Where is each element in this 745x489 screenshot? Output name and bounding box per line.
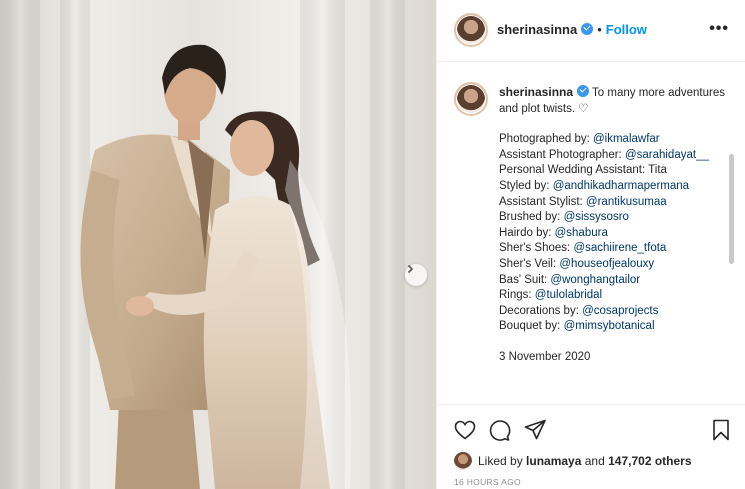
- credit-mention-link[interactable]: @sarahidayat__: [625, 149, 709, 161]
- caption-area[interactable]: sherinasinna To many more adventures and…: [437, 62, 737, 404]
- caption-credit-line: Brushed by: @sissysosro: [499, 210, 729, 226]
- caption-credit-line: Assistant Stylist: @rantikusumaa: [499, 195, 729, 211]
- credit-label: Personal Wedding Assistant: Tita: [499, 164, 667, 177]
- post-timestamp[interactable]: 16 HOURS AGO: [454, 477, 521, 487]
- caption-credit-line: Assistant Photographer: @sarahidayat__: [499, 148, 729, 164]
- share-icon[interactable]: [523, 418, 547, 442]
- likes-count-link[interactable]: 147,702 others: [608, 454, 691, 468]
- more-options-button[interactable]: •••: [709, 20, 729, 38]
- caption-scrollbar[interactable]: [729, 154, 734, 264]
- credit-label: Rings:: [499, 289, 535, 302]
- credit-mention-link[interactable]: @mimsybotanical: [564, 320, 655, 332]
- credit-label: Assistant Photographer:: [499, 148, 625, 161]
- post-side-panel: sherinasinna • Follow ••• sherinasinna To …: [436, 0, 745, 489]
- caption-date: 3 November 2020: [499, 350, 591, 363]
- credit-label: Hairdo by:: [499, 226, 555, 239]
- caption-credit-line: Photographed by: @ikmalawfar: [499, 132, 729, 148]
- caption-credit-line: Hairdo by: @shabura: [499, 226, 729, 242]
- caption-credit-line: Decorations by: @cosaprojects: [499, 304, 729, 320]
- follow-button[interactable]: Follow: [606, 22, 647, 37]
- avatar[interactable]: [454, 82, 488, 116]
- credit-label: Sher's Shoes:: [499, 242, 574, 255]
- carousel-next-button[interactable]: [405, 264, 427, 286]
- username-link[interactable]: sherinasinna: [497, 22, 577, 37]
- caption-credit-line: Rings: @tulolabridal: [499, 288, 729, 304]
- credit-label: Assistant Stylist:: [499, 195, 586, 208]
- bookmark-icon[interactable]: [709, 418, 733, 442]
- caption-credit-line: Bouquet by: @mimsybotanical: [499, 319, 729, 335]
- caption-intro: sherinasinna To many more adventures and…: [499, 85, 729, 117]
- likes-middle: and: [584, 454, 605, 468]
- credit-mention-link[interactable]: @rantikusumaa: [586, 196, 667, 208]
- caption-credit-line: Styled by: @andhikadharmapermana: [499, 179, 729, 195]
- header-user-line: sherinasinna • Follow: [497, 22, 647, 37]
- credit-mention-link[interactable]: @wonghangtailor: [550, 274, 640, 286]
- credit-label: Brushed by:: [499, 211, 564, 224]
- credit-label: Bouquet by:: [499, 320, 564, 333]
- actions-bar: Liked by lunamaya and 147,702 others 16 …: [437, 404, 745, 489]
- comment-icon[interactable]: [487, 418, 511, 442]
- verified-badge-icon: [577, 85, 590, 97]
- liker-avatar[interactable]: [454, 452, 472, 470]
- post-photo[interactable]: [0, 0, 436, 489]
- credit-mention-link[interactable]: @houseofjealouxy: [559, 258, 654, 270]
- couple-photo-image: [0, 0, 405, 489]
- likes-line: Liked by lunamaya and 147,702 others: [454, 452, 692, 470]
- heart-icon[interactable]: [453, 418, 477, 442]
- caption-credit-line: Personal Wedding Assistant: Tita: [499, 163, 729, 179]
- caption-credits: Photographed by: @ikmalawfar Assistant Ph…: [499, 132, 729, 335]
- credit-mention-link[interactable]: @cosaprojects: [582, 305, 658, 317]
- credit-mention-link[interactable]: @sachiirene_tfota: [573, 242, 666, 254]
- verified-badge-icon: [581, 23, 594, 35]
- avatar[interactable]: [454, 13, 488, 47]
- credit-label: Sher's Veil:: [499, 257, 560, 270]
- credit-label: Styled by:: [499, 179, 553, 192]
- chevron-right-icon: [407, 264, 414, 274]
- credit-mention-link[interactable]: @andhikadharmapermana: [553, 180, 689, 192]
- caption-credit-line: Sher's Shoes: @sachiirene_tfota: [499, 241, 729, 257]
- credit-mention-link[interactable]: @ikmalawfar: [593, 133, 660, 145]
- post-header: sherinasinna • Follow •••: [437, 0, 745, 62]
- caption-text: sherinasinna To many more adventures and…: [499, 85, 729, 366]
- credit-label: Decorations by:: [499, 304, 583, 317]
- caption-username-link[interactable]: sherinasinna: [499, 85, 573, 99]
- caption-credit-line: Sher's Veil: @houseofjealouxy: [499, 257, 729, 273]
- credit-mention-link[interactable]: @sissysosro: [564, 211, 629, 223]
- liker-username-link[interactable]: lunamaya: [526, 454, 581, 468]
- credit-label: Photographed by:: [499, 133, 593, 146]
- caption-credit-line: Bas' Suit: @wonghangtailor: [499, 273, 729, 289]
- separator-dot: •: [597, 22, 602, 37]
- credit-label: Bas' Suit:: [499, 273, 551, 286]
- credit-mention-link[interactable]: @shabura: [555, 227, 608, 239]
- credit-mention-link[interactable]: @tulolabridal: [535, 289, 602, 301]
- likes-prefix: Liked by: [478, 454, 523, 468]
